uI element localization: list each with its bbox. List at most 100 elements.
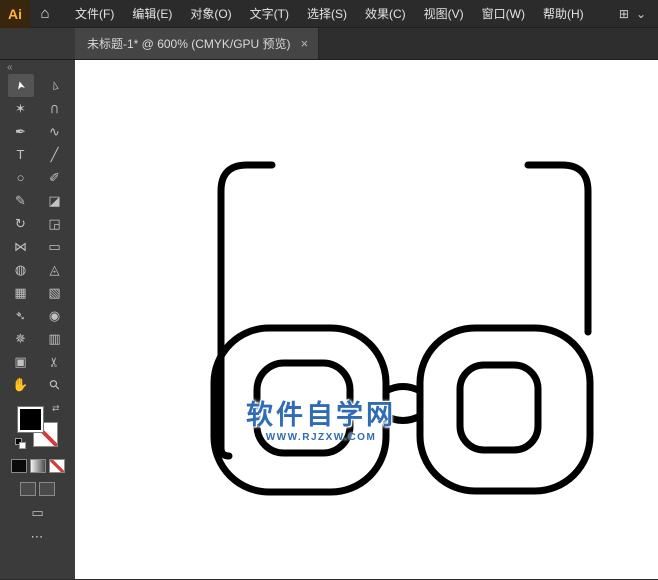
eyedropper-tool-icon: ➴: [15, 307, 26, 323]
mesh-tool[interactable]: ▦: [8, 281, 34, 304]
ellipse-tool-icon: ○: [16, 170, 25, 185]
glasses-artwork[interactable]: [75, 60, 658, 579]
close-tab-icon[interactable]: ×: [301, 36, 309, 51]
gradient-button[interactable]: [29, 459, 46, 473]
arrange-documents-icon[interactable]: ⊞: [619, 7, 629, 21]
menu-type[interactable]: 文字(T): [241, 0, 298, 28]
document-tab-bar: 未标题-1* @ 600% (CMYK/GPU 预览) ×: [0, 28, 658, 60]
menu-view[interactable]: 视图(V): [415, 0, 473, 28]
chevron-down-icon[interactable]: ⌄: [636, 7, 646, 21]
menu-file[interactable]: 文件(F): [66, 0, 123, 28]
width-tool[interactable]: ⋈: [8, 235, 34, 258]
perspective-grid-tool[interactable]: ◬: [42, 258, 68, 281]
draw-behind-button[interactable]: [39, 482, 55, 496]
artboard-tool[interactable]: ▣: [8, 350, 34, 373]
curvature-tool[interactable]: ∿: [42, 120, 68, 143]
column-graph-tool-icon: ▥: [48, 330, 61, 346]
magic-wand-tool-icon: ✶: [15, 100, 26, 116]
artboard-tool-icon: ▣: [14, 353, 27, 369]
line-segment-tool-icon: ╱: [50, 146, 59, 162]
mesh-tool-icon: ▦: [14, 284, 27, 300]
gradient-tool[interactable]: ▧: [42, 281, 68, 304]
menu-edit[interactable]: 编辑(E): [123, 0, 181, 28]
menu-items: 文件(F) 编辑(E) 对象(O) 文字(T) 选择(S) 效果(C) 视图(V…: [66, 0, 593, 28]
fill-swatch[interactable]: [17, 407, 43, 432]
rotate-tool-icon: ↻: [15, 215, 26, 231]
illustrator-logo[interactable]: Ai: [0, 0, 30, 28]
symbol-sprayer-tool[interactable]: ✵: [8, 327, 34, 350]
zoom-tool[interactable]: ⚲: [42, 373, 68, 396]
perspective-grid-tool-icon: ◬: [49, 261, 60, 277]
right-lens-outer: [416, 324, 594, 495]
width-tool-icon: ⋈: [14, 238, 27, 254]
glasses-paths: [210, 161, 594, 496]
paintbrush-tool-icon: ✐: [49, 169, 60, 185]
artboard-canvas[interactable]: 软件自学网 WWW.RJZXW.COM: [75, 60, 658, 579]
direct-selection-tool[interactable]: ▻: [42, 74, 68, 97]
draw-normal-button[interactable]: [20, 482, 36, 496]
eraser-tool-icon: ◪: [48, 192, 61, 208]
free-transform-tool-icon: ▭: [48, 238, 61, 254]
selection-tool-icon: ➤: [13, 79, 28, 92]
blend-tool[interactable]: ◉: [42, 304, 68, 327]
default-stroke-chip: [18, 442, 26, 449]
free-transform-tool[interactable]: ▭: [42, 235, 68, 258]
lasso-tool-icon: ⊃: [46, 103, 62, 114]
shape-builder-tool[interactable]: ◍: [8, 258, 34, 281]
color-button[interactable]: [10, 459, 27, 473]
eraser-tool[interactable]: ◪: [42, 189, 68, 212]
tool-grid: ➤ ▻ ✶ ⊃ ✒ ∿ T ╱ ○ ✐ ✎ ◪ ↻ ◲ ⋈ ▭ ◍ ◬ ▦ ▧ …: [7, 74, 68, 396]
home-button[interactable]: ⌂: [30, 0, 60, 28]
document-tab[interactable]: 未标题-1* @ 600% (CMYK/GPU 预览) ×: [75, 28, 320, 59]
blend-tool-icon: ◉: [48, 307, 61, 323]
main-area: « ➤ ▻ ✶ ⊃ ✒ ∿ T ╱ ○ ✐ ✎ ◪ ↻ ◲ ⋈ ▭ ◍ ◬ ▦ …: [0, 60, 658, 579]
selection-tool[interactable]: ➤: [7, 74, 34, 97]
menubar-right-controls: ⊞ ⌄: [619, 7, 658, 21]
symbol-sprayer-tool-icon: ✵: [15, 330, 26, 346]
screen-mode-button[interactable]: ▭: [31, 505, 43, 521]
zoom-tool-icon: ⚲: [45, 375, 63, 393]
lasso-tool[interactable]: ⊃: [42, 97, 68, 120]
slice-tool-icon: ✂: [46, 356, 62, 367]
type-tool[interactable]: T: [8, 143, 34, 166]
pencil-tool[interactable]: ✎: [8, 189, 34, 212]
menu-object[interactable]: 对象(O): [181, 0, 240, 28]
left-temple-path: [217, 161, 276, 460]
swap-fill-stroke-icon[interactable]: ⇄: [52, 403, 60, 414]
menu-help[interactable]: 帮助(H): [534, 0, 593, 28]
collapse-panel-icon[interactable]: «: [0, 60, 13, 74]
line-segment-tool[interactable]: ╱: [42, 143, 68, 166]
ellipse-tool[interactable]: ○: [8, 166, 34, 189]
type-tool-icon: T: [16, 147, 25, 162]
hand-tool[interactable]: ✋: [8, 373, 34, 396]
menu-bar: Ai ⌂ 文件(F) 编辑(E) 对象(O) 文字(T) 选择(S) 效果(C)…: [0, 0, 658, 28]
pen-tool[interactable]: ✒: [8, 120, 34, 143]
menu-select[interactable]: 选择(S): [298, 0, 356, 28]
default-fill-stroke-icon[interactable]: [14, 438, 26, 449]
menu-effect[interactable]: 效果(C): [356, 0, 415, 28]
eyedropper-tool[interactable]: ➴: [8, 304, 34, 327]
draw-mode-buttons: [20, 482, 55, 496]
right-lens-inner: [456, 361, 542, 454]
rotate-tool[interactable]: ↻: [8, 212, 34, 235]
document-tab-title: 未标题-1* @ 600% (CMYK/GPU 预览): [87, 37, 291, 51]
pen-tool-icon: ✒: [15, 123, 26, 139]
home-icon: ⌂: [40, 5, 50, 22]
tabbar-spacer: [0, 28, 75, 59]
right-temple-path: [524, 161, 592, 336]
column-graph-tool[interactable]: ▥: [42, 327, 68, 350]
slice-tool[interactable]: ✂: [42, 350, 68, 373]
paintbrush-tool[interactable]: ✐: [42, 166, 68, 189]
left-lens-inner: [253, 359, 354, 457]
illustrator-logo-label: Ai: [8, 5, 22, 22]
left-lens-outer: [210, 324, 390, 496]
direct-selection-tool-icon: ▻: [48, 79, 62, 92]
menu-window[interactable]: 窗口(W): [473, 0, 534, 28]
hand-tool-icon: ✋: [12, 376, 29, 392]
scale-tool[interactable]: ◲: [42, 212, 68, 235]
gradient-tool-icon: ▧: [48, 284, 61, 300]
none-button[interactable]: [48, 459, 65, 473]
fill-stroke-control: ⇄: [14, 403, 61, 450]
magic-wand-tool[interactable]: ✶: [8, 97, 34, 120]
edit-toolbar-button[interactable]: ⋯: [31, 529, 45, 545]
